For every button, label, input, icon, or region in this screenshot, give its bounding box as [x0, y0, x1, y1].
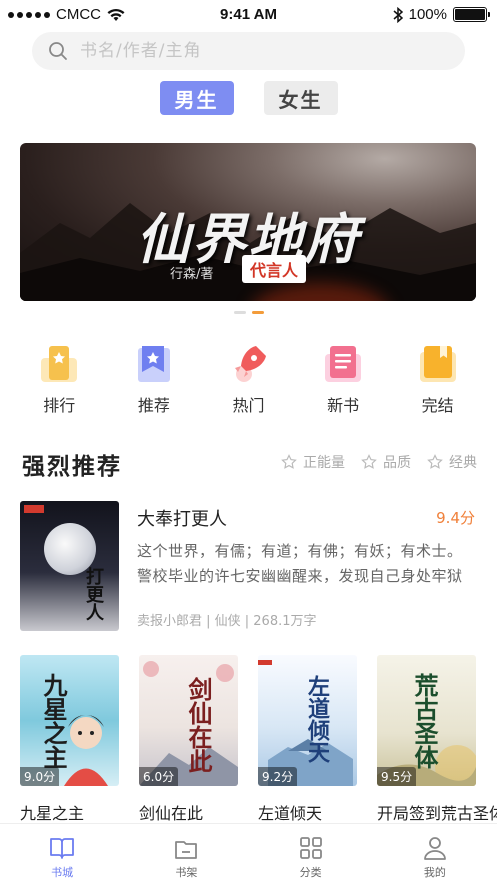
book-cover[interactable]: 荒古圣体 9.5分 [377, 655, 476, 786]
category-new[interactable]: 新书 [303, 342, 383, 416]
book-score: 9.4分 [436, 509, 475, 527]
book-title: 大奉打更人 [137, 509, 227, 530]
star-icon [361, 454, 377, 469]
battery-percent: 100% [408, 6, 447, 23]
book-cover[interactable]: 打更人 [20, 501, 119, 631]
bottom-tab-bar: 书城 书架 分类 我的 [0, 823, 497, 883]
book-card[interactable]: 荒古圣体 9.5分 开局签到荒古圣体 [377, 655, 497, 824]
tab-male[interactable]: 男生 [159, 81, 234, 115]
book-name: 剑仙在此 [139, 804, 204, 823]
book-description: 这个世界，有儒；有道；有佛；有妖；有术士。警校毕业的许七安幽幽醒来，发现自己身处… [137, 542, 463, 585]
status-bar: CMCC 9:41 AM 100% [0, 0, 497, 32]
tab-label: 书架 [175, 866, 198, 879]
category-grid-icon [299, 837, 322, 859]
star-icon [281, 454, 297, 469]
tab-bookshelf[interactable]: 书架 [146, 824, 226, 883]
profile-icon [423, 837, 446, 860]
search-icon [49, 42, 67, 60]
publisher-tag [24, 505, 44, 513]
battery-icon [453, 7, 490, 22]
book-card[interactable]: 剑仙在此 6.0分 剑仙在此 [139, 655, 238, 824]
book-card[interactable]: 左道倾天 9.2分 左道倾天 [258, 655, 357, 824]
banner-pager [0, 311, 497, 314]
filter-positive[interactable]: 正能量 [281, 452, 345, 472]
book-name: 左道倾天 [258, 804, 323, 823]
promo-banner[interactable]: 仙界地府 行森/著 代言人 [20, 143, 476, 301]
rocket-icon [235, 346, 267, 382]
book-card[interactable]: 九星之主 9.0分 九星之主 [20, 655, 119, 824]
category-recommend[interactable]: 推荐 [114, 342, 194, 416]
banner-author: 行森/著 [170, 267, 214, 282]
cover-score: 9.0分 [20, 767, 60, 786]
book-name: 开局签到荒古圣体 [377, 804, 497, 823]
cover-score: 9.5分 [377, 767, 417, 786]
recommend-icon [137, 346, 170, 382]
star-icon [427, 454, 443, 469]
section-title: 强烈推荐 [22, 454, 122, 480]
category-finished[interactable]: 完结 [398, 342, 478, 416]
tab-bookstore[interactable]: 书城 [22, 824, 102, 883]
finished-icon [419, 346, 456, 382]
filter-label: 品质 [383, 455, 411, 471]
featured-book[interactable]: 打更人 大奉打更人 9.4分 这个世界，有儒；有道；有佛；有妖；有术士。警校毕业… [20, 501, 477, 631]
status-right: 100% [393, 6, 490, 23]
new-book-icon [325, 346, 362, 382]
tab-female[interactable]: 女生 [263, 81, 338, 115]
gender-tabs: 男生 女生 [0, 81, 497, 115]
tab-category[interactable]: 分类 [271, 824, 351, 883]
book-open-icon [50, 838, 75, 859]
bluetooth-icon [393, 6, 403, 23]
cover-title: 打更人 [83, 567, 104, 621]
cover-score: 6.0分 [139, 767, 179, 786]
filter-label: 正能量 [303, 455, 345, 471]
book-cover[interactable]: 九星之主 9.0分 [20, 655, 119, 786]
tab-label: 书城 [51, 866, 74, 879]
category-ranking[interactable]: 排行 [19, 342, 99, 416]
bookshelf-icon [175, 841, 198, 859]
book-name: 九星之主 [20, 804, 85, 823]
category-hot[interactable]: 热门 [208, 342, 288, 416]
book-meta: 卖报小郎君 | 仙侠 | 268.1万字 [137, 614, 317, 629]
banner-badge: 代言人 [242, 255, 307, 283]
category-shortcuts: 排行 推荐 热门 新书 完结 [0, 342, 497, 416]
filter-quality[interactable]: 品质 [361, 452, 411, 472]
section-filters: 正能量 品质 经典 [281, 452, 477, 472]
category-label: 排行 [43, 396, 76, 415]
filter-classic[interactable]: 经典 [427, 452, 477, 472]
category-label: 推荐 [137, 396, 170, 415]
category-label: 完结 [421, 396, 454, 415]
pager-dot-active[interactable] [251, 311, 264, 314]
cover-title: 荒古圣体 [410, 673, 439, 769]
tab-label: 我的 [423, 866, 446, 879]
book-cover[interactable]: 剑仙在此 6.0分 [139, 655, 238, 786]
cover-title: 左道倾天 [304, 675, 330, 763]
filter-label: 经典 [449, 455, 477, 471]
category-label: 新书 [327, 396, 360, 415]
category-label: 热门 [232, 396, 265, 415]
tab-mine[interactable]: 我的 [395, 824, 475, 883]
book-grid: 九星之主 9.0分 九星之主 剑仙在此 6.0分 剑仙在此 左道倾天 9.2分 … [20, 655, 497, 824]
book-cover[interactable]: 左道倾天 9.2分 [258, 655, 357, 786]
tab-label: 分类 [299, 866, 322, 879]
cover-score: 9.2分 [258, 767, 298, 786]
search-input[interactable] [80, 41, 440, 61]
search-bar[interactable] [32, 32, 465, 70]
pager-dot[interactable] [233, 311, 246, 314]
ranking-icon [41, 346, 78, 382]
